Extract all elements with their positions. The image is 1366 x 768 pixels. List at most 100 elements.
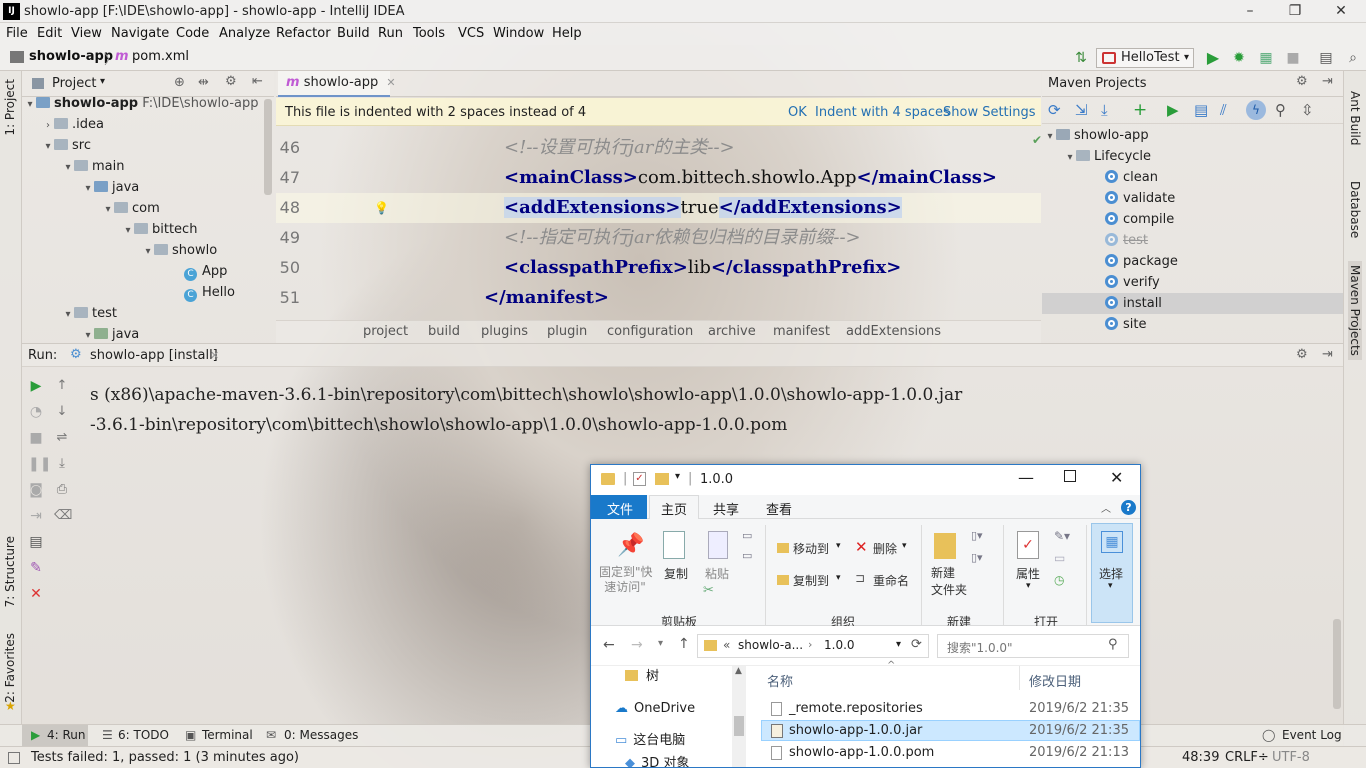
maven-phase-site[interactable]: site <box>1042 314 1343 335</box>
tab-file[interactable]: 文件 <box>607 499 633 518</box>
layout-icon[interactable]: ▤ <box>28 529 44 555</box>
coverage-icon[interactable]: ▦ <box>1257 49 1275 67</box>
generate-sources-icon[interactable]: ⇲ <box>1075 101 1088 119</box>
crumb-addextensions[interactable]: addExtensions <box>846 324 941 339</box>
menu-build[interactable]: Build <box>337 26 370 41</box>
select-button[interactable]: 选择 <box>1099 565 1123 582</box>
crumb-archive[interactable]: archive <box>708 324 756 339</box>
copy-path-icon[interactable]: ▭ <box>742 529 752 542</box>
messages-tool-tab[interactable]: 0: Messages <box>284 728 358 742</box>
terminal-tool-tab[interactable]: Terminal <box>202 728 253 742</box>
file-encoding[interactable]: UTF-8 <box>1272 750 1310 765</box>
copy-icon[interactable] <box>663 531 685 559</box>
menu-view[interactable]: View <box>71 26 102 41</box>
maven-phase-verify[interactable]: verify <box>1042 272 1343 293</box>
help-icon[interactable]: ? <box>1121 500 1136 515</box>
new-folder-icon[interactable] <box>934 533 956 559</box>
search-box[interactable]: 搜索"1.0.0" ⚲ <box>937 634 1129 658</box>
project-tool-tab[interactable]: 1: Project <box>3 79 17 136</box>
pause-icon[interactable]: ❚❚ <box>28 451 51 477</box>
dependencies-icon[interactable]: ⚲ <box>1275 101 1286 119</box>
menu-analyze[interactable]: Analyze <box>219 26 270 41</box>
exit-icon[interactable]: ⇥ <box>28 503 44 529</box>
column-name-header[interactable]: 名称 <box>767 671 793 690</box>
maximize-icon[interactable] <box>1064 470 1076 482</box>
chevron-down-icon[interactable]: ▾ <box>100 76 105 87</box>
cut-icon[interactable]: ✂ <box>703 583 714 598</box>
close-tab-icon[interactable]: ✕ <box>210 349 219 362</box>
banner-ok-link[interactable]: OK <box>788 105 807 120</box>
run-config-icon[interactable]: ▤ <box>1194 101 1208 119</box>
run-config-select[interactable]: HelloTest ▾ <box>1096 48 1194 68</box>
file-row[interactable]: _remote.repositories 2019/6/2 21:35 <box>761 698 1140 719</box>
editor-tab[interactable]: m showlo-app ✕ <box>278 71 396 97</box>
restore-icon[interactable]: ❐ <box>1272 0 1318 23</box>
edit-icon[interactable]: ▭ <box>1054 551 1065 565</box>
arrow-down-icon[interactable]: ↓ <box>54 399 70 425</box>
forward-arrow-icon[interactable]: → <box>631 637 643 653</box>
properties-quick-icon[interactable]: ✓ <box>633 472 646 486</box>
tree-row-showlo[interactable]: ▾ showlo <box>22 240 274 261</box>
gear-icon[interactable]: ⚙ <box>225 74 237 89</box>
chevron-up-icon[interactable]: ︿ <box>1101 500 1111 515</box>
collapse-icon[interactable]: ⇳ <box>1301 101 1314 119</box>
paste-shortcut-icon[interactable]: ▭ <box>742 549 752 562</box>
up-arrow-icon[interactable]: ↑ <box>678 636 690 652</box>
chevron-down-icon[interactable]: ▾ <box>896 639 901 650</box>
paste-icon[interactable] <box>708 531 728 559</box>
maven-project-row[interactable]: ▾ showlo-app <box>1042 125 1343 146</box>
tree-row-java[interactable]: ▾ java <box>22 177 274 198</box>
tab-view[interactable]: 查看 <box>766 499 792 518</box>
maven-phase-clean[interactable]: clean <box>1042 167 1343 188</box>
scroll-up-icon[interactable]: ▲ <box>735 666 742 676</box>
locate-icon[interactable]: ⊕ <box>174 75 185 90</box>
skip-tests-icon[interactable]: ϟ <box>1246 100 1266 120</box>
dump-icon[interactable]: ◙ <box>28 477 44 503</box>
new-folder-quick-icon[interactable] <box>655 473 669 485</box>
run-tool-tab[interactable]: 4: Run <box>47 728 86 742</box>
tree-row-src[interactable]: ▾ src <box>22 135 274 156</box>
crumb-build[interactable]: build <box>428 324 460 339</box>
gear-icon[interactable]: ⚙ <box>1296 347 1308 362</box>
nav-item-tree[interactable]: 树 <box>625 666 659 687</box>
crumb-manifest[interactable]: manifest <box>773 324 830 339</box>
toggle-offline-icon[interactable]: ⫽ <box>1220 101 1227 119</box>
menu-vcs[interactable]: VCS <box>458 26 484 41</box>
run-icon[interactable]: ▶ <box>1204 49 1222 67</box>
reimport-icon[interactable]: ⟳ <box>1048 101 1061 119</box>
tab-share[interactable]: 共享 <box>713 499 739 518</box>
hide-panel-icon[interactable]: ⇥ <box>1322 347 1333 362</box>
menu-navigate[interactable]: Navigate <box>111 26 169 41</box>
code-area[interactable]: 46 <!--设置可执行jar的主类--> 47 <mainClass>com.bi… <box>276 133 1041 314</box>
maven-phase-validate[interactable]: validate <box>1042 188 1343 209</box>
properties-icon[interactable]: ✓ <box>1017 531 1039 559</box>
close-icon[interactable]: ✕ <box>1318 0 1364 23</box>
move-to-button[interactable]: 移动到 <box>793 540 829 557</box>
tree-row-root[interactable]: ▾ showlo-app F:\IDE\showlo-app <box>22 93 274 114</box>
caret-position[interactable]: 48:39 <box>1182 750 1219 765</box>
breadcrumb-file[interactable]: pom.xml <box>132 49 189 64</box>
menu-file[interactable]: File <box>6 26 28 41</box>
project-structure-icon[interactable]: ▤ <box>1317 49 1335 67</box>
minimize-icon[interactable]: — <box>1018 468 1034 487</box>
paste-button[interactable]: 粘贴 <box>705 565 729 582</box>
crumb-plugins[interactable]: plugins <box>481 324 528 339</box>
address-current[interactable]: 1.0.0 <box>824 638 855 652</box>
maven-projects-tool-tab[interactable]: Maven Projects <box>1348 261 1362 360</box>
menu-window[interactable]: Window <box>493 26 544 41</box>
crumb-plugin[interactable]: plugin <box>547 324 587 339</box>
properties-button[interactable]: 属性 <box>1016 565 1040 582</box>
line-separator[interactable]: CRLF÷ <box>1225 750 1269 765</box>
file-row-selected[interactable]: showlo-app-1.0.0.jar 2019/6/2 21:35 <box>761 720 1140 741</box>
database-tool-tab[interactable]: Database <box>1348 181 1362 238</box>
maven-phase-install[interactable]: install <box>1042 293 1343 314</box>
stop-icon[interactable]: ■ <box>1284 49 1302 67</box>
history-icon[interactable]: ◷ <box>1054 573 1064 587</box>
pin-icon[interactable]: ✎ <box>28 555 44 581</box>
tree-row-test-java[interactable]: ▾ java <box>22 324 274 345</box>
close-icon[interactable]: ✕ <box>28 581 44 607</box>
maven-phase-compile[interactable]: compile <box>1042 209 1343 230</box>
gear-icon[interactable]: ⚙ <box>1296 74 1308 89</box>
nav-item-this-pc[interactable]: ▭ 这台电脑 <box>615 730 685 751</box>
minimize-icon[interactable]: – <box>1227 0 1273 23</box>
